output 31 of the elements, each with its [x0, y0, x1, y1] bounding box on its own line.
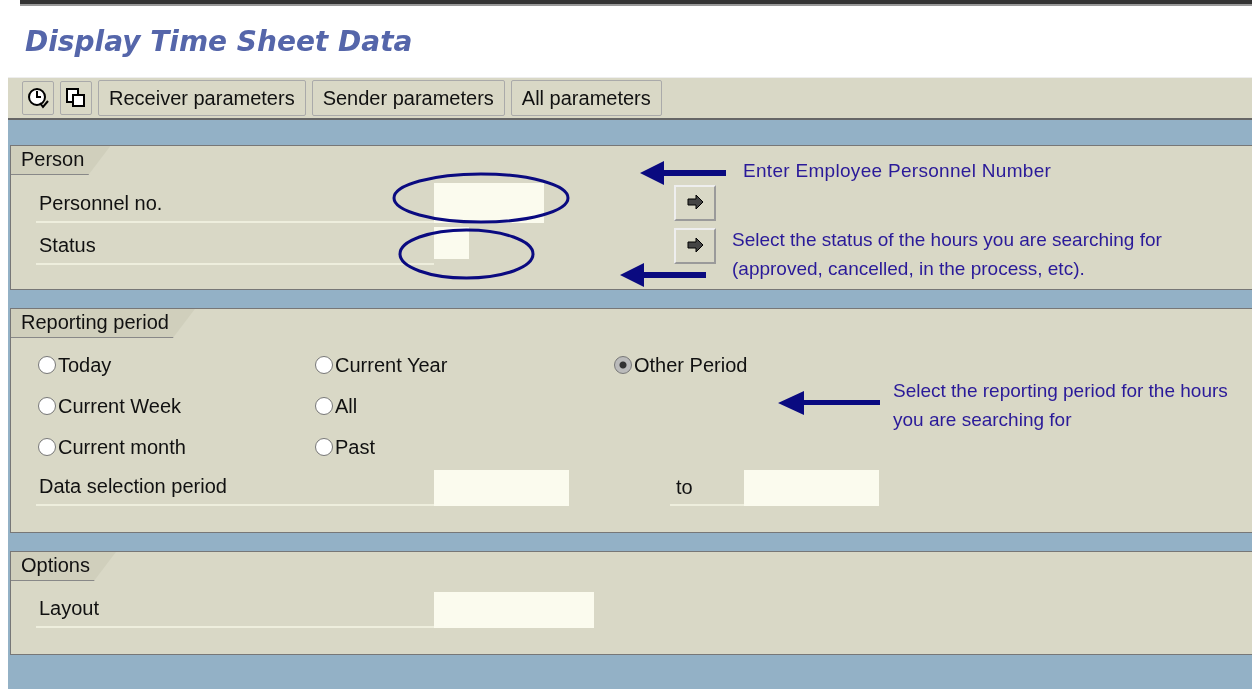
copy-icon [65, 87, 87, 109]
input-field[interactable] [434, 183, 544, 223]
field-label: Data selection period [36, 468, 434, 506]
input-field[interactable] [434, 470, 569, 506]
clock-button[interactable] [22, 81, 54, 115]
group-heading: Person [11, 146, 111, 175]
annotation-text: Select the status of the hours you are searching for (approved, cancelled, in the process, etc). [732, 228, 1163, 281]
radio-option[interactable]: Other Period [614, 350, 748, 380]
radio-option[interactable]: Current Year [315, 350, 614, 380]
radio-option[interactable]: Today [38, 350, 315, 380]
radio-option[interactable]: All [315, 391, 614, 421]
radio-option[interactable]: Past [315, 432, 614, 462]
screen-title: Display Time Sheet Data [25, 25, 413, 58]
group-heading: Reporting period [11, 309, 195, 338]
radio-option[interactable]: Current Week [38, 391, 315, 421]
field-label: Layout [36, 590, 434, 628]
toolbar-button[interactable]: Sender parameters [311, 80, 505, 116]
input-field[interactable] [744, 470, 879, 506]
annotation-text: Enter Employee Personnel Number [743, 159, 1052, 183]
field-label: Personnel no. [36, 185, 434, 223]
copy-button[interactable] [60, 81, 92, 115]
group-heading: Options [11, 552, 116, 581]
multiple-selection-button[interactable] [674, 228, 716, 264]
radio-option[interactable]: Current month [38, 432, 315, 462]
multiple-selection-button[interactable] [674, 185, 716, 221]
toolbar-button[interactable]: All parameters [510, 80, 662, 116]
toolbar-button[interactable]: Receiver parameters [98, 80, 306, 116]
field-label: Status [36, 227, 434, 265]
clock-icon [27, 87, 49, 109]
input-field[interactable] [434, 592, 594, 628]
annotation-text: Select the reporting period for the hours you are searching for [893, 379, 1229, 432]
